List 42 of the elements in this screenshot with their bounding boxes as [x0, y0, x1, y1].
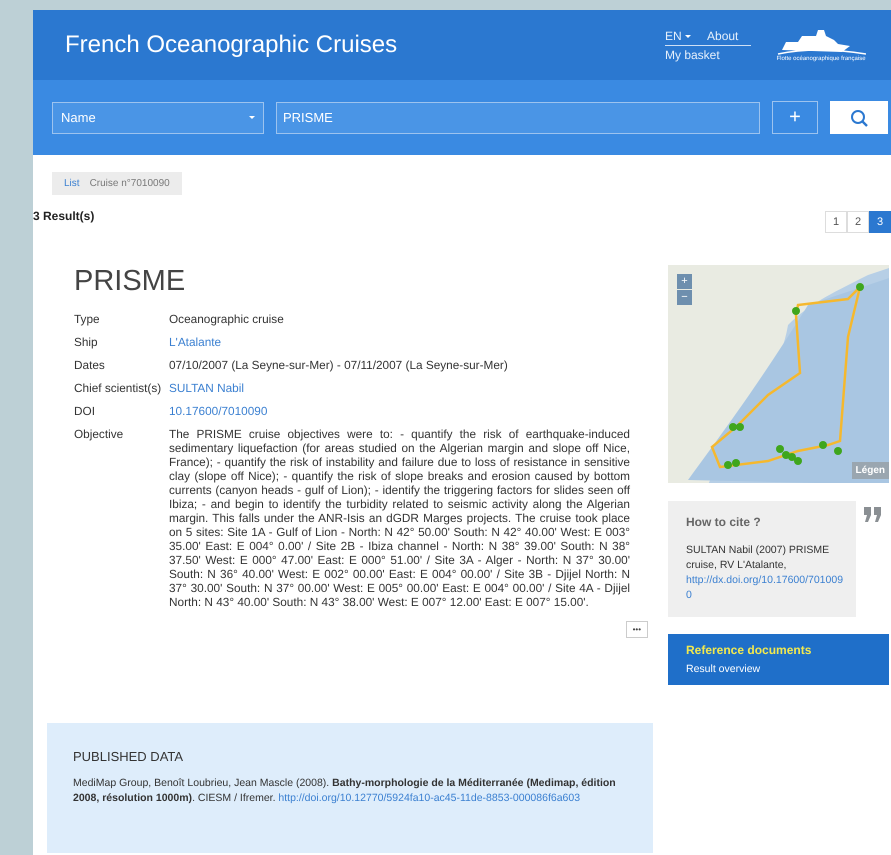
doi-link[interactable]: http://dx.doi.org/10.17600/7010090 [686, 573, 844, 603]
basket-link[interactable]: My basket [665, 48, 751, 62]
publication-text: MediMap Group, Benoît Loubrieu, Jean Mascle (2008). Bathy-morphologie de la Méditerranée (Medimap, édition 2008, résolution 1000m). CIESM / Ifremer. http://doi.org/10.12770/5924fa10-ac45-11de-8853-000086f6a603 [73, 776, 617, 806]
cruise-title: PRISME [74, 265, 186, 298]
result-overview-link[interactable]: Result overview [686, 663, 871, 675]
cite-title: How to cite ? [686, 515, 762, 529]
ship-icon [776, 28, 866, 56]
language-menu[interactable]: EN [665, 28, 692, 42]
search-field[interactable]: PRISME [276, 102, 760, 134]
field-label: DOI [74, 404, 96, 418]
field-label: Chief scientist(s) [74, 381, 162, 395]
page-link[interactable]: 2 [847, 211, 869, 233]
breadcrumb-current: Cruise n°7010090 [90, 178, 170, 189]
doi-link[interactable]: http://doi.org/10.12770/5924fa10-ac45-11de-8853-000086f6a603 [278, 792, 580, 804]
results-count: 3 Result(s) [33, 209, 94, 223]
more-button[interactable]: ••• [626, 621, 648, 638]
field-label: Ship [74, 335, 99, 349]
breadcrumb-link[interactable]: List [64, 178, 80, 189]
search-button[interactable] [830, 101, 888, 134]
zoom-out-button[interactable]: − [677, 290, 692, 305]
about-link[interactable]: About [707, 28, 738, 42]
field-link[interactable]: SULTAN Nabil [169, 381, 630, 395]
field-label: Type [74, 312, 101, 326]
field-value: 07/10/2007 (La Seyne-sur-Mer) - 07/11/2007 (La Seyne-sur-Mer) [169, 358, 509, 372]
field-value: Oceanographic cruise [169, 312, 285, 326]
field-link[interactable]: L'Atalante [169, 335, 630, 349]
citation-text: SULTAN Nabil (2007) PRISME cruise, RV L'Atalante, [686, 543, 830, 573]
field-link[interactable]: 10.17600/7010090 [169, 404, 630, 418]
field-value: The PRISME cruise objectives were to: - quantify the risk of earthquake-induced sedimentary liquefaction (for areas studied on the Algerian margin and slope off Nice, France); - quantify the risk of instability and failure due to loss of resistance in sensitive clay (slope off Nice); - quantify the risk of slope breaks and erosion caused by bottom currents (canyon heads - gulf of Lion); - identify the triggering factors for slides seen off Ibiza; - and begin to identify the turbidity related to seismic activity along the Algerian margin. This falls under the ANR-Isis an dGDR Marges projects. The cruise took place on 5 sites: Site 1A - Gulf of Lion - North: N 42° 50.00' South: N 42° 40.00' West: E 003° 35.00' East: E 004° 0.00' / Site 2B - Ibiza channel - North: N 38° 39.00' South: N 38° 37.50' West: E 000° 47.00' East: E 000° 51.00' / Site 3A - Alger - North: N 37° 30.00' South: N 36° 40.00' West: E 002° 00.00' East: E 004° 00.00' / Site 3B - Djijel North: N 37° 30.00' South: N 37° 00.00' West: E 005° 00.00' East: E 004° 00.00' / Site 4A - Djijel North: N 43° 40.00' South: N 43° 38.00' West: E 007° 12.00' East: E 007° 15.00'. [169, 427, 630, 609]
quote-icon [864, 507, 882, 523]
published-title: PUBLISHED DATA [73, 749, 184, 764]
field-select[interactable]: Name [52, 102, 264, 134]
page-link[interactable]: 1 [825, 211, 847, 233]
legend-button[interactable]: Légen [852, 462, 889, 479]
search-icon [850, 108, 868, 126]
zoom-in-button[interactable]: + [677, 274, 692, 289]
site-title: French Oceanographic Cruises [65, 31, 398, 59]
reference-title: Reference documents [686, 643, 812, 657]
add-button[interactable]: + [772, 101, 818, 134]
field-label: Dates [74, 358, 106, 372]
field-label: Objective [74, 427, 124, 443]
page-link[interactable]: 3 [869, 211, 891, 233]
